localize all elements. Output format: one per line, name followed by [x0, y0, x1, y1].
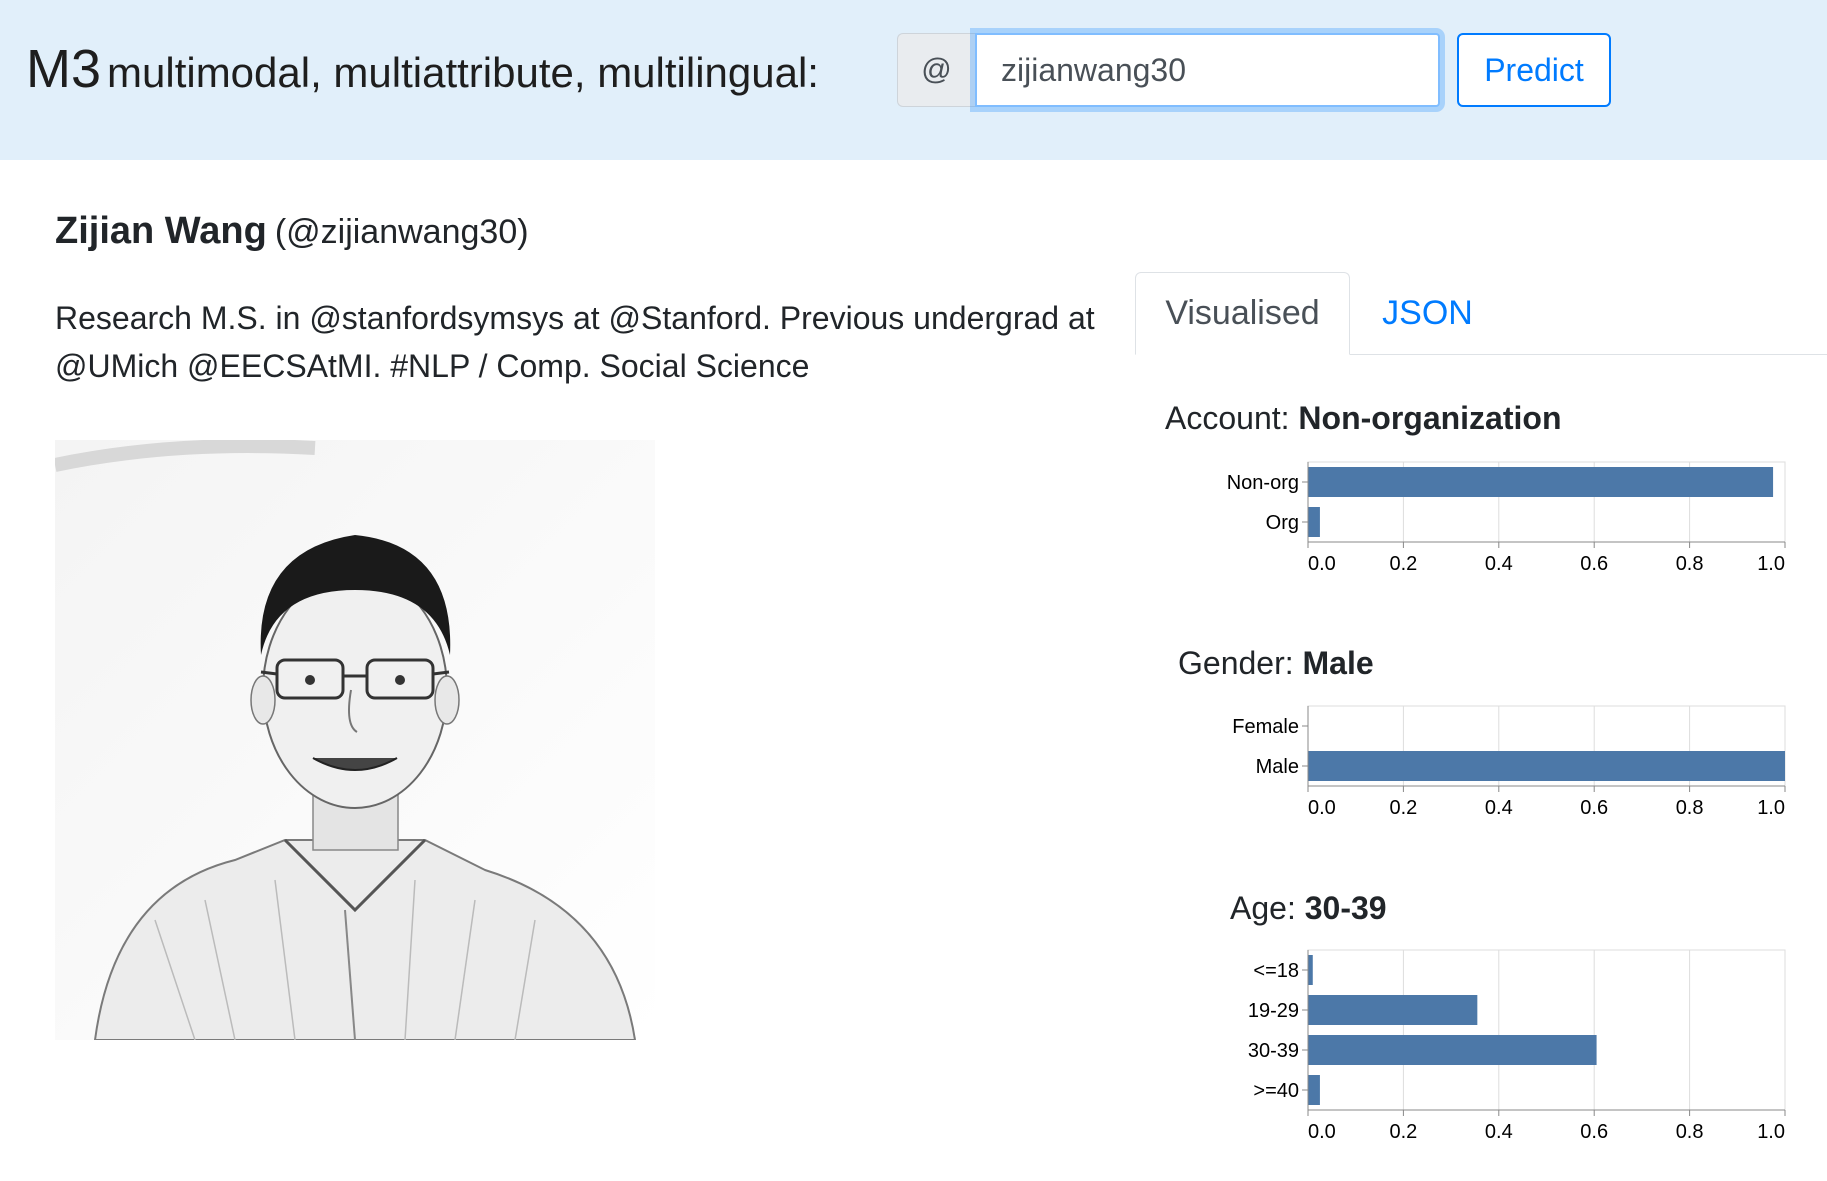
category-label: Male: [1256, 756, 1299, 778]
predict-button[interactable]: Predict: [1457, 33, 1611, 107]
x-tick-label: 0.6: [1580, 1121, 1608, 1143]
header-bar: M3 multimodal, multiattribute, multilingu…: [0, 0, 1827, 160]
x-tick-label: 0.0: [1308, 1121, 1336, 1143]
at-prefix-addon: @: [897, 33, 975, 107]
profile-bio: Research M.S. in @stanfordsymsys at @Sta…: [55, 300, 1095, 384]
bar-19-29: [1308, 995, 1478, 1025]
bar-Non-org: [1308, 467, 1774, 497]
x-tick-label: 0.4: [1485, 553, 1513, 575]
account-bar-chart: Non-org Org 0.0 0.2 0.4 0.6 0.8 1.0: [1227, 461, 1786, 575]
age-title-value: 30-39: [1304, 890, 1387, 926]
profile-handle: (@zijianwang30): [274, 213, 529, 251]
x-tick-label: 0.4: [1485, 797, 1513, 819]
bar-<=18: [1308, 955, 1313, 985]
category-label: 19-29: [1248, 1000, 1299, 1022]
gender-title-value: Male: [1302, 645, 1374, 681]
category-label: Female: [1232, 716, 1299, 738]
x-tick-label: 0.0: [1308, 553, 1336, 575]
bar-30-39: [1308, 1035, 1597, 1065]
result-tabs: Visualised JSON: [1135, 272, 1827, 355]
profile-photo: [55, 440, 655, 1040]
bar-Male: [1308, 751, 1785, 781]
account-title-prefix: Account:: [1165, 400, 1290, 436]
x-tick-label: 0.0: [1308, 797, 1336, 819]
tab-json[interactable]: JSON: [1350, 272, 1505, 355]
age-title-prefix: Age:: [1230, 890, 1296, 926]
brand-tagline: multimodal, multiattribute, multilingual…: [107, 49, 819, 96]
category-label: Org: [1266, 512, 1299, 534]
brand-logo-text: M3: [26, 39, 102, 99]
x-tick-label: 0.8: [1676, 1121, 1704, 1143]
category-label: <=18: [1253, 960, 1299, 982]
handle-input[interactable]: [975, 33, 1440, 107]
age-bar-chart: <=18 19-29 30-39 >=40 0.0 0.2 0.4 0.6 0.8 1.0: [1248, 949, 1786, 1143]
gender-chart-title: Gender: Male: [1178, 645, 1374, 682]
x-tick-label: 1.0: [1757, 1121, 1785, 1143]
x-tick-label: 0.2: [1389, 553, 1417, 575]
category-label: 30-39: [1248, 1040, 1299, 1062]
x-tick-label: 0.2: [1389, 1121, 1417, 1143]
x-tick-label: 0.2: [1389, 797, 1417, 819]
bar-Org: [1308, 507, 1320, 537]
account-title-value: Non-organization: [1298, 400, 1562, 436]
x-tick-label: 0.4: [1485, 1121, 1513, 1143]
category-label: Non-org: [1227, 472, 1299, 494]
age-chart-title: Age: 30-39: [1230, 890, 1387, 927]
x-tick-label: 0.8: [1676, 553, 1704, 575]
profile-photo-sketch: [55, 440, 655, 1040]
brand-title: M3 multimodal, multiattribute, multilingu…: [26, 38, 819, 100]
tab-visualised[interactable]: Visualised: [1135, 272, 1350, 355]
gender-bar-chart: Female Male 0.0 0.2 0.4 0.6 0.8 1.0: [1232, 705, 1786, 819]
x-tick-label: 1.0: [1757, 797, 1785, 819]
plot-frame: [1307, 949, 1786, 1111]
profile-display-name: Zijian Wang: [55, 210, 267, 252]
profile-name: Zijian Wang (@zijianwang30): [55, 210, 529, 253]
x-tick-label: 1.0: [1757, 553, 1785, 575]
x-tick-label: 0.6: [1580, 553, 1608, 575]
bar->=40: [1308, 1075, 1320, 1105]
category-label: >=40: [1253, 1080, 1299, 1102]
gender-title-prefix: Gender:: [1178, 645, 1294, 681]
account-chart-title: Account: Non-organization: [1165, 400, 1561, 437]
x-tick-label: 0.6: [1580, 797, 1608, 819]
x-tick-label: 0.8: [1676, 797, 1704, 819]
